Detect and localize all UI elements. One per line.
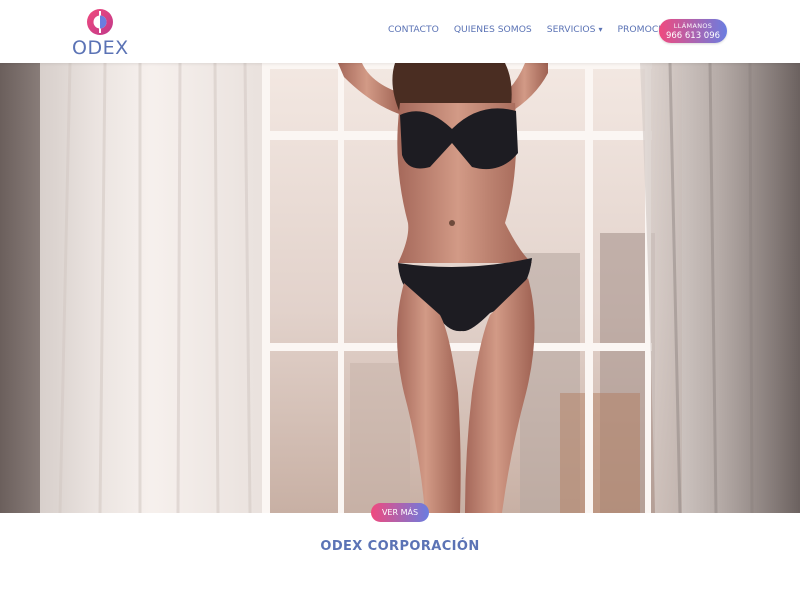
section-title: ODEX CORPORACIÓN xyxy=(320,539,480,554)
hero-banner xyxy=(0,63,800,513)
site-header: ODEX CONTACTO QUIENES SOMOS SERVICIOS ▾ … xyxy=(0,0,800,63)
nav-servicios[interactable]: SERVICIOS ▾ xyxy=(547,24,603,35)
nav-servicios-label: SERVICIOS xyxy=(546,24,596,35)
logo-icon xyxy=(87,9,113,35)
logo-text: ODEX xyxy=(72,37,129,59)
ver-mas-button[interactable]: VER MÁS xyxy=(371,503,429,522)
logo[interactable]: ODEX xyxy=(72,8,129,59)
call-number: 966 613 096 xyxy=(665,31,721,41)
nav-contacto[interactable]: CONTACTO xyxy=(388,24,439,35)
call-label: LLÁMANOS xyxy=(673,22,713,30)
hero-image xyxy=(0,63,800,513)
call-button[interactable]: LLÁMANOS 966 613 096 xyxy=(659,19,727,43)
main-nav: CONTACTO QUIENES SOMOS SERVICIOS ▾ PROMO… xyxy=(388,24,702,35)
chevron-down-icon: ▾ xyxy=(598,25,603,34)
nav-quienes-somos[interactable]: QUIENES SOMOS xyxy=(454,24,532,35)
